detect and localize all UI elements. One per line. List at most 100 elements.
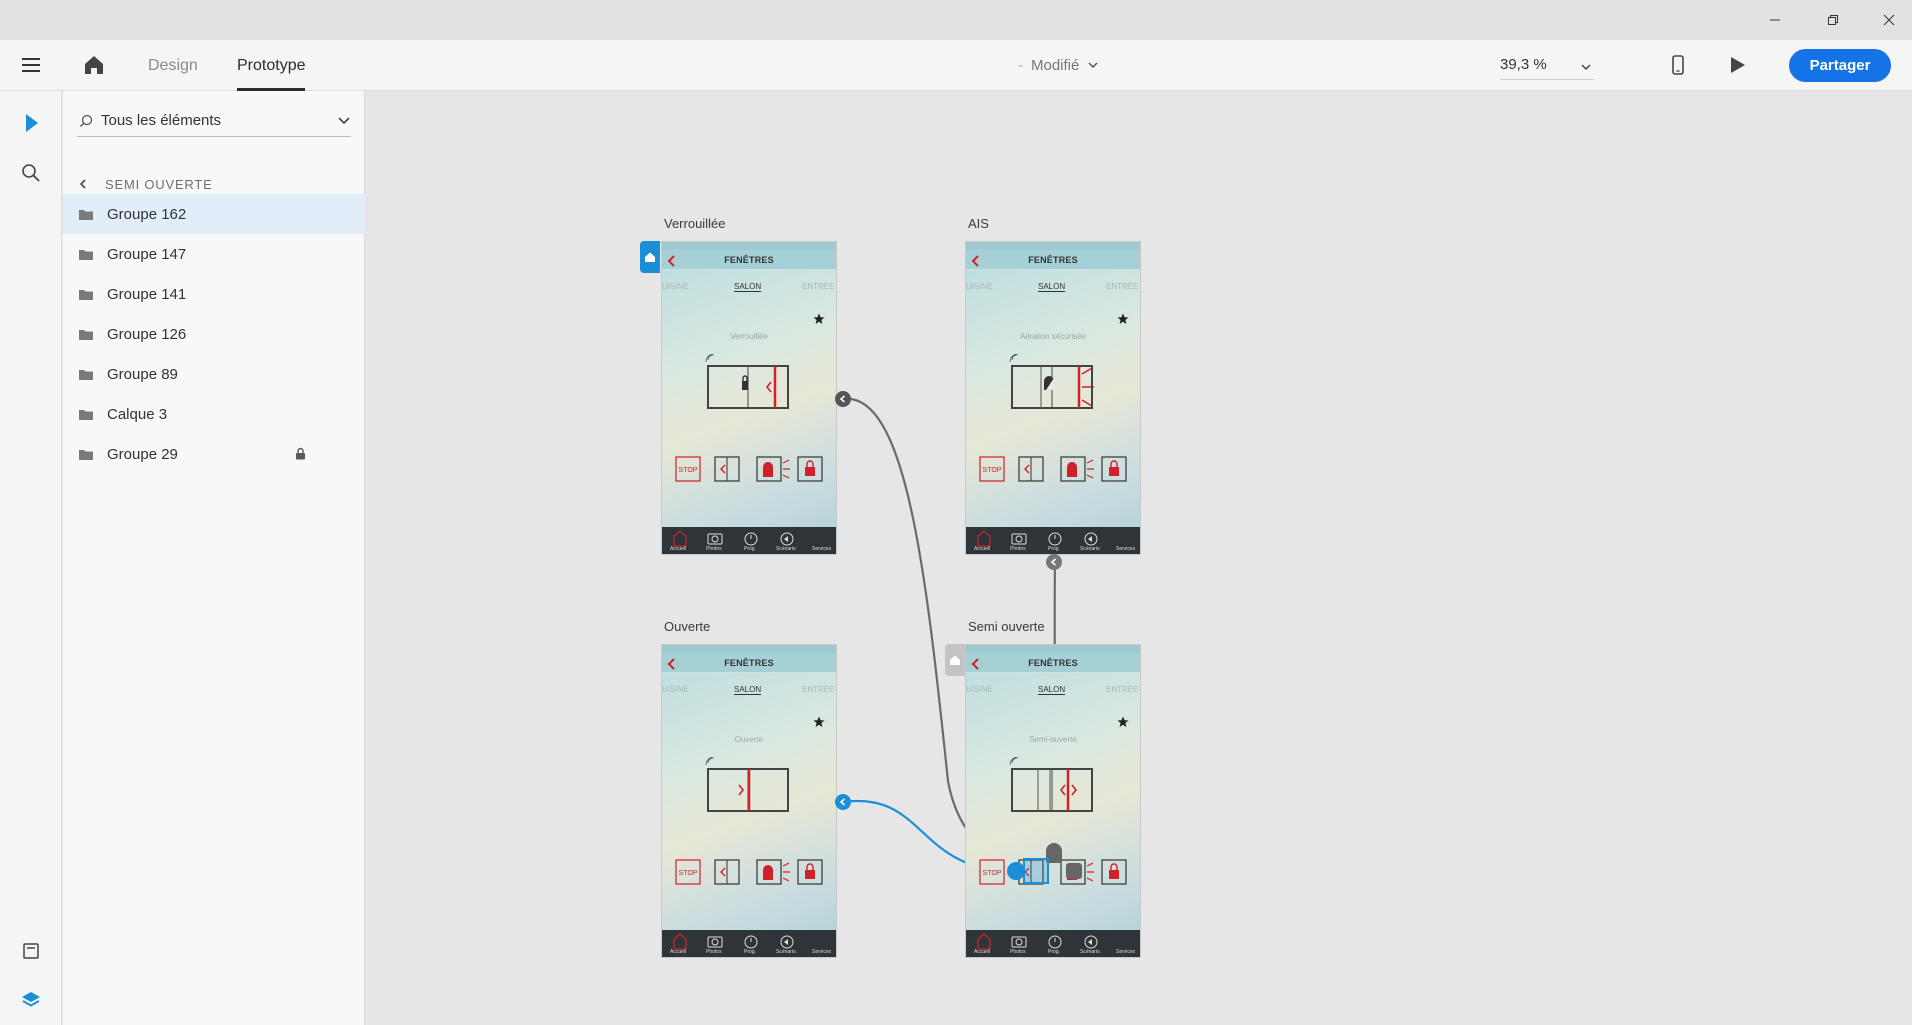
layer-row[interactable]: Groupe 29 (63, 434, 365, 474)
layer-label: Calque 3 (107, 405, 168, 423)
wire-target-gray-2[interactable] (1066, 863, 1082, 879)
device-preview-icon[interactable] (1668, 53, 1688, 82)
room-tab: UISINE (966, 685, 993, 694)
layers-panel: Tous les éléments SEMI OUVERTE Groupe 16… (63, 91, 365, 1025)
screen-title: FENÊTRES (724, 658, 774, 668)
artboard-title-verrouillee[interactable]: Verrouillée (664, 216, 725, 231)
title-bar (0, 0, 1912, 40)
screen-title: FENÊTRES (1028, 255, 1078, 265)
document-status[interactable]: - Modifié (1018, 40, 1099, 91)
layer-row[interactable]: Groupe 126 (63, 314, 365, 354)
room-tab-active: SALON (734, 282, 762, 292)
tab-design[interactable]: Design (148, 40, 198, 91)
room-tab: ENTRÉE (802, 282, 835, 291)
tab-prototype[interactable]: Prototype (237, 40, 306, 91)
tabbar-label: Accueil (974, 546, 991, 552)
state-label: Aération sécurisée (1019, 332, 1087, 341)
layers-filter-select[interactable]: Tous les éléments (77, 105, 351, 137)
artboard-semi-ouverte[interactable]: FENÊTRES UISINE SALON ENTRÉE Semi-ouverte STO… (965, 644, 1141, 958)
home-artboard-flag-icon[interactable] (640, 241, 660, 273)
tabbar-label: Photos (1010, 546, 1026, 552)
tabbar-label: Services (812, 546, 832, 552)
layer-row[interactable]: Groupe 162 (63, 194, 365, 234)
tabbar-label: Prog. (744, 546, 756, 552)
svg-text:STOP: STOP (679, 870, 698, 877)
assets-panel-icon[interactable] (11, 931, 51, 971)
select-tool-icon[interactable] (11, 103, 51, 143)
layer-row[interactable]: Groupe 89 (63, 354, 365, 394)
share-button[interactable]: Partager (1789, 49, 1891, 82)
wire-handle-verrouillee[interactable] (835, 391, 851, 407)
hamburger-menu-icon[interactable] (20, 54, 42, 81)
window-illustration-icon (704, 353, 800, 425)
tabbar-label: Photos (706, 546, 722, 552)
minimize-icon[interactable] (1752, 0, 1798, 40)
tool-rail (0, 91, 62, 1025)
layer-label: Groupe 29 (107, 445, 178, 463)
star-icon (1117, 312, 1129, 330)
artboard-ais[interactable]: FENÊTRES UISINE SALON ENTRÉE Aération sécuri… (965, 241, 1141, 555)
tabbar-label: Prog. (744, 949, 756, 955)
status-text: Modifié (1031, 57, 1080, 74)
star-icon (1117, 715, 1129, 733)
artboard-verrouillee[interactable]: FENÊTRES UISINE SALON ENTRÉE Verrouillée STOP… (661, 241, 837, 555)
folder-icon (78, 367, 96, 381)
folder-icon (78, 327, 96, 341)
artboard-ouverte[interactable]: FENÊTRES UISINE SALON ENTRÉE Ouverte STOP Accu… (661, 644, 837, 958)
layer-row[interactable]: Calque 3 (63, 394, 365, 434)
close-icon[interactable] (1866, 0, 1912, 40)
window-illustration-icon (704, 756, 800, 828)
chevron-down-icon (337, 114, 351, 131)
window-illustration-icon (1008, 756, 1104, 828)
folder-icon (78, 407, 96, 421)
layer-label: Groupe 162 (107, 205, 187, 223)
star-icon (813, 715, 825, 733)
search-icon[interactable] (11, 153, 51, 193)
zoom-value: 39,3 % (1500, 56, 1547, 73)
chevron-left-icon (79, 178, 87, 190)
tabbar-label: Accueil (670, 949, 687, 955)
room-tab: ENTRÉE (1106, 685, 1139, 694)
artboard-title-ais[interactable]: AIS (968, 216, 989, 231)
screen-statusbar (966, 645, 1140, 653)
folder-icon (78, 247, 96, 261)
room-tab-active: SALON (734, 685, 762, 695)
set-home-flag-icon[interactable] (945, 644, 965, 676)
wire-handle-semi-ouverte-up[interactable] (1046, 554, 1062, 570)
tabbar-label: Accueil (974, 949, 991, 955)
state-label: Semi-ouverte (1029, 735, 1077, 744)
screen-statusbar (966, 242, 1140, 250)
tabbar-label: Accueil (670, 546, 687, 552)
selected-group-highlight[interactable] (1023, 858, 1049, 884)
screen-title: FENÊTRES (724, 255, 774, 265)
tabbar-label: Photos (706, 949, 722, 955)
layer-row[interactable]: Groupe 141 (63, 274, 365, 314)
control-icons: STOP (675, 455, 835, 490)
room-tab: UISINE (662, 282, 689, 291)
layer-label: Groupe 141 (107, 285, 187, 303)
screen-statusbar (662, 242, 836, 250)
breadcrumb[interactable]: SEMI OUVERTE (77, 173, 213, 195)
play-icon[interactable] (1726, 54, 1748, 81)
control-icons: STOP (979, 858, 1139, 893)
layer-row[interactable]: Groupe 147 (63, 234, 365, 274)
status-dash: - (1018, 57, 1023, 74)
wire-handle-ouverte[interactable] (835, 794, 851, 810)
zoom-select[interactable]: 39,3 % (1500, 50, 1594, 80)
screen-statusbar (662, 645, 836, 653)
svg-text:STOP: STOP (679, 467, 698, 474)
layers-icon[interactable] (11, 980, 51, 1020)
room-tab-active: SALON (1038, 685, 1066, 695)
screen-tabbar: Accueil Photos Prog. Scénario Services (662, 930, 836, 957)
prototype-canvas[interactable]: Verrouillée FENÊTRES UISINE SALON ENTRÉE Verr… (366, 91, 1912, 1025)
artboard-title-ouverte[interactable]: Ouverte (664, 619, 710, 634)
home-icon[interactable] (82, 53, 106, 82)
room-tabs: UISINE SALON ENTRÉE (662, 282, 836, 294)
app-window: Design Prototype - Modifié 39,3 % Partag… (0, 0, 1912, 1025)
screen-title: FENÊTRES (1028, 658, 1078, 668)
artboard-title-semi-ouverte[interactable]: Semi ouverte (968, 619, 1045, 634)
tabbar-label: Services (1116, 546, 1136, 552)
tabbar-label: Services (812, 949, 832, 955)
lock-icon[interactable] (295, 447, 306, 464)
restore-icon[interactable] (1810, 0, 1856, 40)
